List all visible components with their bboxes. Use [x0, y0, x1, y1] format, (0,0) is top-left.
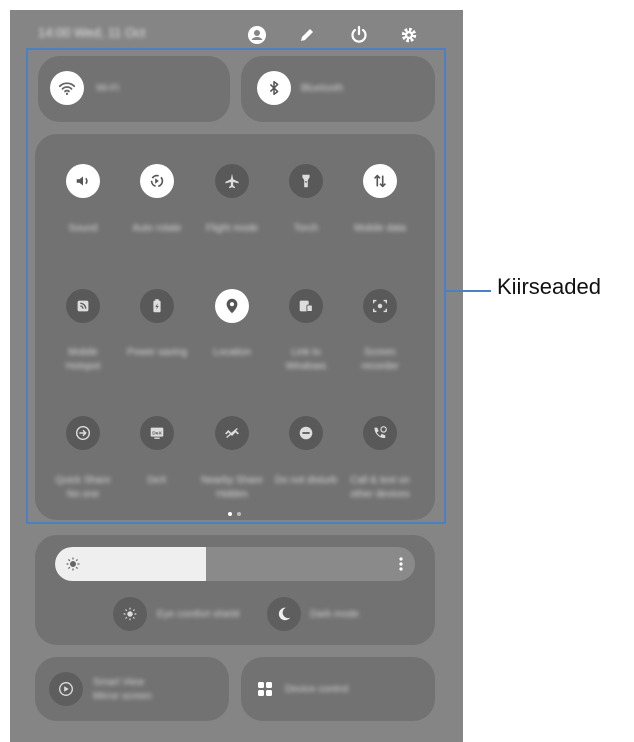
- smart-view-tile[interactable]: Smart View Mirror screen: [35, 657, 229, 721]
- status-time-date: 14:00 Wed, 11 Oct: [38, 25, 146, 40]
- brightness-slider[interactable]: [55, 547, 415, 581]
- dark-mode-label: Dark mode: [310, 609, 359, 620]
- callout-highlight-box: [26, 48, 446, 524]
- smart-view-sublabel: Mirror screen: [93, 691, 152, 702]
- smart-view-icon: [49, 672, 83, 706]
- callout-line: [446, 290, 491, 292]
- device-control-label: Device control: [285, 684, 349, 695]
- more-options-icon[interactable]: [399, 556, 403, 572]
- eye-comfort-label: Eye comfort shield: [157, 609, 240, 620]
- eye-comfort-icon[interactable]: [113, 597, 147, 631]
- gear-icon[interactable]: [398, 24, 420, 46]
- power-icon[interactable]: [348, 24, 370, 46]
- sun-icon: [65, 556, 81, 572]
- moon-icon[interactable]: [267, 597, 301, 631]
- callout-label: Kiirseaded: [497, 274, 601, 299]
- pencil-icon[interactable]: [296, 24, 318, 46]
- device-control-icon: [257, 681, 273, 697]
- smart-view-label: Smart View: [93, 677, 144, 688]
- device-control-tile[interactable]: Device control: [241, 657, 435, 721]
- person-icon[interactable]: [246, 24, 268, 46]
